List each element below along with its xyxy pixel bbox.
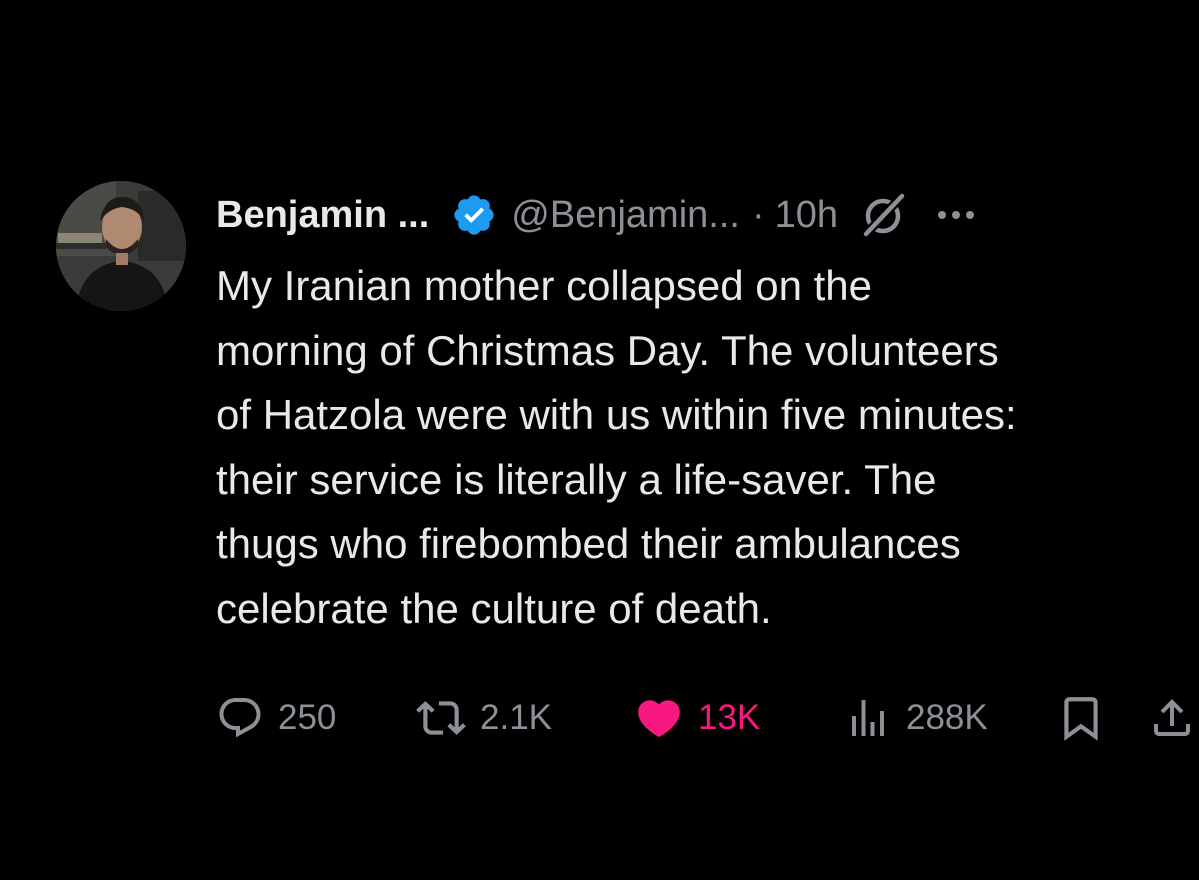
tweet-header: Benjamin ... @Benjamin... · 10h: [216, 188, 1199, 242]
like-button[interactable]: 13K: [634, 688, 760, 748]
timestamp[interactable]: 10h: [775, 188, 838, 242]
bookmark-button[interactable]: [1056, 688, 1106, 748]
repost-icon: [416, 701, 466, 735]
repost-count: 2.1K: [480, 698, 552, 737]
bookmark-icon: [1064, 697, 1098, 741]
more-options-icon[interactable]: [936, 192, 976, 238]
profile-photo-icon: [56, 181, 186, 311]
tweet: Benjamin ... @Benjamin... · 10h My Irani…: [0, 0, 1199, 880]
heart-icon: [638, 700, 680, 738]
reply-count: 250: [278, 698, 337, 737]
author-display-name[interactable]: Benjamin ...: [216, 188, 429, 242]
tweet-actions: 250 2.1K 13K 288K: [216, 688, 1199, 748]
analytics-icon: [852, 700, 884, 736]
verified-badge-icon: [454, 195, 494, 235]
share-button[interactable]: [1148, 688, 1196, 748]
share-icon: [1154, 699, 1190, 736]
views-button[interactable]: 288K: [844, 688, 988, 748]
like-count: 13K: [698, 698, 761, 737]
grok-icon[interactable]: [860, 192, 906, 238]
repost-button[interactable]: 2.1K: [416, 688, 552, 748]
tweet-text: My Iranian mother collapsed on the morni…: [216, 262, 1017, 632]
reply-icon: [219, 698, 261, 738]
author-handle[interactable]: @Benjamin...: [511, 188, 740, 242]
reply-button[interactable]: 250: [216, 688, 336, 748]
avatar[interactable]: [56, 181, 186, 311]
views-count: 288K: [906, 698, 988, 737]
separator-dot: ·: [751, 194, 765, 236]
